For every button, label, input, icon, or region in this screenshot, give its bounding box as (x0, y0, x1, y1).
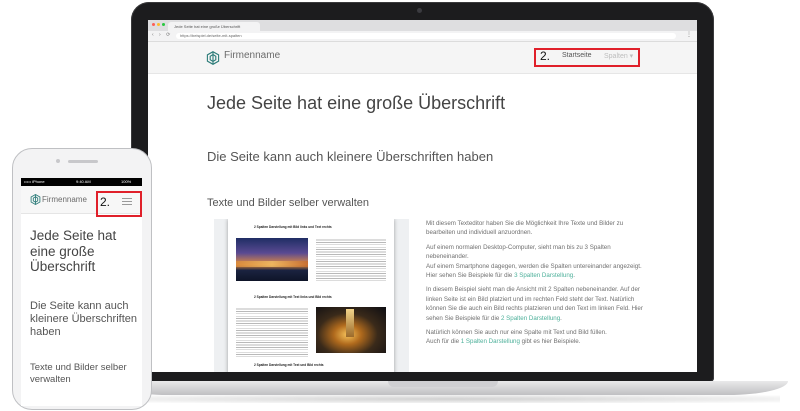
nav-dropdown-spalten[interactable]: Spalten ▾ (604, 52, 633, 60)
mobile-page-subtitle: Die Seite kann auch kleinere Überschrift… (30, 300, 137, 338)
phone-screen: ••••• iPhone 9:40 AM 100% Firmenname 2. … (21, 178, 142, 406)
paragraph: In diesem Beispiel sieht man die Ansicht… (426, 286, 643, 322)
battery-label: 100% (121, 179, 132, 184)
step-marker: 2. (100, 195, 111, 209)
browser-toolbar: ‹ › ⟳ https://beispiel.de/seite-mit-spal… (148, 31, 697, 42)
laptop-shadow (120, 395, 780, 403)
browser-menu-icon[interactable]: ⋮ (686, 31, 692, 38)
hamburger-menu-icon[interactable] (122, 198, 132, 206)
preview-sheet: 2 Spalten Darstellung mit Bild links und… (228, 219, 394, 372)
brand-name[interactable]: Firmenname (42, 195, 87, 204)
address-bar[interactable]: https://beispiel.de/seite-mit-spalten (176, 33, 676, 39)
close-window-icon[interactable] (152, 23, 155, 26)
preview-heading-3: 2 Spalten Darstellung mit Text und Bild … (254, 363, 324, 367)
nav-link-startseite[interactable]: Startseite (562, 52, 592, 59)
clock-label: 9:40 AM (76, 179, 91, 184)
preview-image-sydney (236, 238, 308, 281)
preview-image-tower (346, 309, 354, 337)
link-3-spalten[interactable]: 3 Spalten Darstellung (514, 272, 573, 279)
browser-tab[interactable]: Jede Seite hat eine große Überschrift (168, 22, 260, 31)
preview-text-block (236, 307, 308, 357)
laptop-notch (388, 381, 498, 387)
mobile-page-title: Jede Seite hat eine große Überschrift (30, 228, 117, 274)
preview-heading-1: 2 Spalten Darstellung mit Bild links und… (254, 225, 332, 229)
phone-speaker (68, 160, 98, 163)
brand-name[interactable]: Firmenname (224, 50, 280, 61)
brand-logo-icon[interactable] (30, 194, 41, 205)
laptop-camera (417, 8, 422, 13)
preview-image-highlight (236, 261, 308, 267)
phone-camera (56, 159, 60, 163)
paragraph: Natürlich können Sie auch nur eine Spalt… (426, 329, 607, 346)
mobile-section-heading: Texte und Bilder selber verwalten (30, 362, 127, 385)
browser-tab-strip: Jede Seite hat eine große Überschrift (148, 20, 697, 31)
maximize-window-icon[interactable] (162, 23, 165, 26)
mobile-navbar: Firmenname 2. (21, 186, 142, 217)
document-preview: 2 Spalten Darstellung mit Bild links und… (214, 219, 409, 372)
link-2-spalten[interactable]: 2 Spalten Darstellung (501, 315, 560, 322)
step-marker: 2. (540, 49, 551, 63)
paragraph: Auf einem normalen Desktop-Computer, sie… (426, 243, 642, 280)
brand-logo-icon[interactable] (206, 51, 220, 65)
link-1-spalten[interactable]: 1 Spalten Darstellung (461, 338, 520, 345)
browser-nav-icons[interactable]: ‹ › ⟳ (152, 32, 172, 38)
phone-status-bar: ••••• iPhone 9:40 AM 100% (21, 178, 142, 186)
minimize-window-icon[interactable] (157, 23, 160, 26)
window-controls (152, 23, 165, 26)
laptop-screen: Jede Seite hat eine große Überschrift ‹ … (148, 20, 697, 372)
paragraph: Mit diesem Texteditor haben Sie die Mögl… (426, 220, 624, 237)
section-heading: Texte und Bilder selber verwalten (207, 197, 370, 209)
preview-heading-2: 2 Spalten Darstellung mit Text links und… (254, 295, 332, 299)
site-navbar: Firmenname 2. Startseite Spalten ▾ (148, 42, 697, 74)
page-title: Jede Seite hat eine große Überschrift (207, 93, 506, 113)
page-subtitle: Die Seite kann auch kleinere Überschrift… (207, 149, 494, 164)
preview-text-block (316, 238, 386, 283)
carrier-label: ••••• iPhone (24, 179, 45, 184)
body-text: Mit diesem Texteditor haben Sie die Mögl… (426, 219, 646, 352)
